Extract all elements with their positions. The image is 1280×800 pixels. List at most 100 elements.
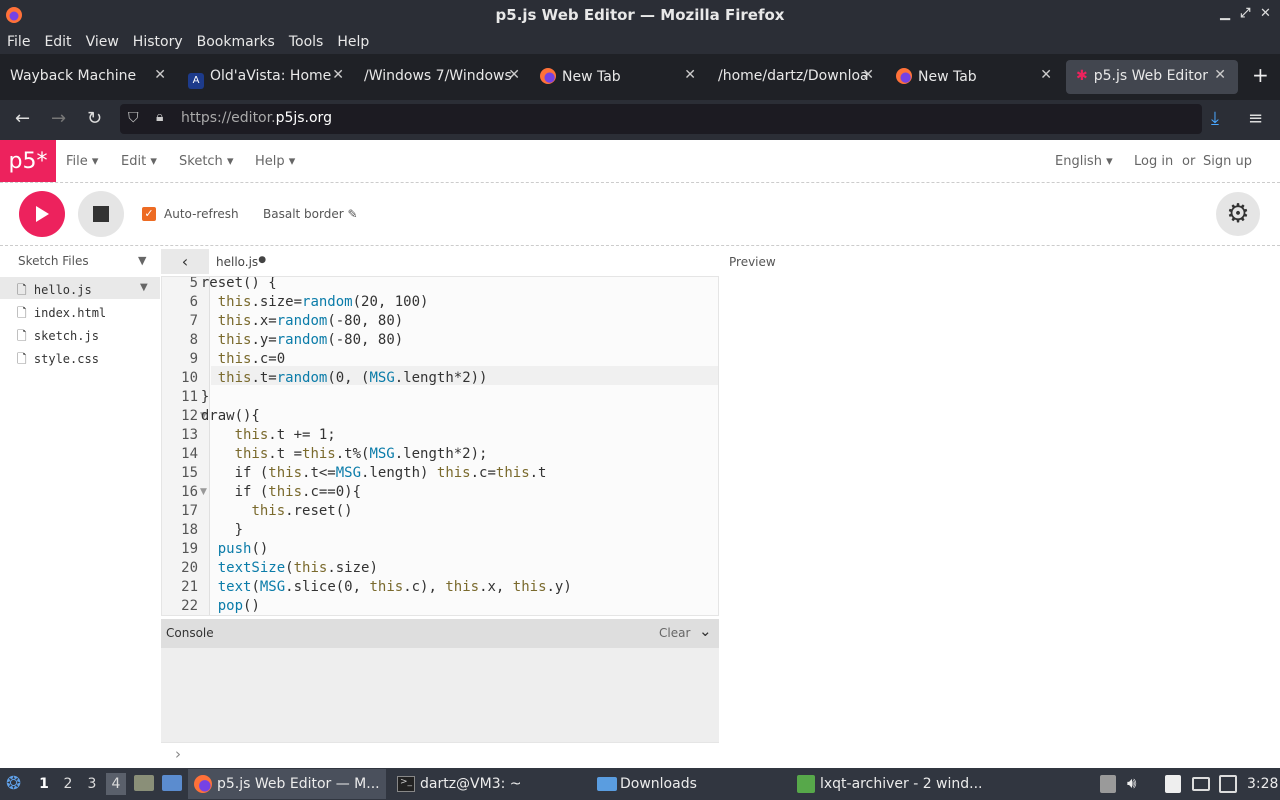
close-tab-icon[interactable]: ✕ (508, 67, 520, 83)
tab-label-wrap: New Tab (896, 68, 977, 85)
menu-edit[interactable]: Edit (44, 34, 71, 50)
close-tab-icon[interactable]: ✕ (154, 67, 166, 83)
url-text[interactable]: https://editor.p5js.org (181, 110, 332, 126)
firefox-icon (896, 68, 912, 84)
p5-nav-edit[interactable]: Edit ▾ (121, 154, 157, 169)
file-manager-icon[interactable] (134, 775, 154, 791)
hamburger-menu-icon[interactable]: ≡ (1248, 108, 1263, 129)
file-icon: 🗋︎ (17, 306, 27, 320)
start-menu-icon[interactable]: ❂ (6, 773, 21, 794)
code-line: textSize(this.size) (217, 560, 378, 576)
or-text: or (1182, 154, 1196, 169)
forward-arrow-icon[interactable]: → (51, 108, 66, 129)
workspace-2[interactable]: 2 (58, 773, 78, 795)
tab-new-2[interactable]: New Tab ✕ (886, 62, 1062, 92)
console-input[interactable]: › (161, 742, 719, 768)
language-select[interactable]: English ▾ (1055, 154, 1113, 169)
url-prefix: https://editor. (181, 110, 276, 126)
code-editor[interactable]: 5 6 7 8 9 10 11 12 ▼ 13 14 15 16 ▼ 17 18 19 20 21 22 reset(… (161, 276, 719, 616)
signup-link[interactable]: Sign up (1203, 154, 1252, 169)
p5-nav-file-label: File (66, 154, 88, 169)
file-options-chevron-icon[interactable]: ▼ (140, 282, 148, 293)
editor-file-tab[interactable]: hello.js● (216, 255, 266, 269)
tab-downloads-folder[interactable]: /home/dartz/Downloa ✕ (708, 62, 884, 92)
shield-icon[interactable]: ⛉ (128, 110, 139, 126)
tab-label: New Tab (562, 69, 621, 85)
collapse-sidebar-button[interactable]: ‹ (161, 249, 209, 274)
back-arrow-icon[interactable]: ← (15, 108, 30, 129)
unsaved-dot-icon: ● (258, 255, 267, 265)
download-icon[interactable]: ⤓ (1211, 108, 1219, 129)
tab-label-wrap: A Old'aVista: Home (188, 68, 331, 89)
tab-p5-editor[interactable]: ✱ p5.js Web Editor ✕ (1066, 60, 1238, 94)
sketch-name[interactable]: Basalt border ✎ (263, 207, 358, 221)
menu-history[interactable]: History (133, 34, 183, 50)
settings-gear-button[interactable]: ⚙ (1216, 192, 1260, 236)
folder-icon (597, 777, 617, 791)
task-archiver[interactable]: lxqt-archiver - 2 wind... (820, 776, 983, 792)
notes-icon[interactable] (1165, 775, 1181, 793)
sketch-files-header: Sketch Files (18, 254, 89, 268)
close-tab-icon[interactable]: ✕ (1040, 67, 1052, 83)
console-clear-button[interactable]: Clear (659, 626, 690, 640)
close-tab-icon[interactable]: ✕ (1214, 67, 1226, 83)
p5-nav-help-label: Help (255, 154, 285, 169)
pencil-icon: ✎ (347, 207, 358, 221)
console-title: Console (166, 626, 214, 640)
tab-label: New Tab (918, 69, 977, 85)
menu-bookmarks[interactable]: Bookmarks (197, 34, 275, 50)
menu-file[interactable]: File (7, 34, 30, 50)
close-tab-icon[interactable]: ✕ (684, 67, 696, 83)
task-terminal[interactable]: dartz@VM3: ~ (420, 776, 522, 792)
file-item-hello[interactable]: 🗋︎ hello.js (17, 281, 92, 302)
code-line: this.c=0 (217, 351, 286, 367)
network-icon[interactable] (1219, 775, 1237, 793)
play-button[interactable] (19, 191, 65, 237)
close-tab-icon[interactable]: ✕ (862, 67, 874, 83)
editor-file-tab-label: hello.js (216, 255, 259, 269)
workspace-4[interactable]: 4 (106, 773, 126, 795)
p5-logo[interactable]: p5* (0, 140, 56, 182)
tab-altavista[interactable]: A Old'aVista: Home ✕ (178, 62, 354, 92)
p5-nav-sketch-label: Sketch (179, 154, 223, 169)
code-line: this.y=random(-80, 80) (217, 332, 404, 348)
file-item-style[interactable]: 🗋︎ style.css (17, 350, 99, 371)
code-line: this.size=random(20, 100) (217, 294, 429, 310)
task-downloads[interactable]: Downloads (620, 776, 697, 792)
login-link[interactable]: Log in (1134, 154, 1173, 169)
p5-nav-sketch[interactable]: Sketch ▾ (179, 154, 233, 169)
p5-nav-help[interactable]: Help ▾ (255, 154, 295, 169)
tab-new-1[interactable]: New Tab ✕ (530, 62, 706, 92)
tab-windows7[interactable]: /Windows 7/Windows ✕ (354, 62, 530, 92)
restore-icon[interactable]: ⤢ (1240, 6, 1250, 21)
auto-refresh-checkbox[interactable]: ✓ (142, 207, 156, 221)
sidebar-menu-chevron-icon[interactable]: ▼ (138, 254, 146, 267)
code-line: text(MSG.slice(0, this.c), this.x, this.… (217, 579, 572, 595)
menu-help[interactable]: Help (337, 34, 369, 50)
show-desktop-icon[interactable] (162, 775, 182, 791)
close-window-icon[interactable]: ✕ (1260, 6, 1271, 21)
firefox-icon (540, 68, 556, 84)
preview-label: Preview (729, 255, 776, 269)
display-icon[interactable] (1192, 777, 1210, 791)
reload-icon[interactable]: ↻ (87, 108, 102, 129)
workspace-3[interactable]: 3 (82, 773, 102, 795)
chevron-down-icon[interactable]: ⌄ (699, 622, 712, 640)
lock-icon[interactable]: 🔒︎ (156, 109, 163, 125)
code-line: } (184, 389, 210, 405)
volume-icon[interactable]: 🔊︎ (1127, 774, 1136, 792)
task-firefox-label: p5.js Web Editor — M... (217, 776, 380, 792)
menu-view[interactable]: View (86, 34, 119, 50)
new-tab-button[interactable]: + (1252, 63, 1269, 87)
file-item-index[interactable]: 🗋︎ index.html (17, 304, 106, 325)
stop-button[interactable] (78, 191, 124, 237)
tab-wayback[interactable]: Wayback Machine ✕ (0, 62, 176, 92)
clipboard-icon[interactable] (1100, 775, 1116, 793)
menu-tools[interactable]: Tools (289, 34, 324, 50)
file-item-sketch[interactable]: 🗋︎ sketch.js (17, 327, 99, 348)
minimize-icon[interactable]: ▁ (1220, 6, 1230, 21)
file-icon: 🗋︎ (17, 329, 27, 343)
p5-nav-file[interactable]: File ▾ (66, 154, 98, 169)
workspace-1[interactable]: 1 (34, 773, 54, 795)
close-tab-icon[interactable]: ✕ (332, 67, 344, 83)
